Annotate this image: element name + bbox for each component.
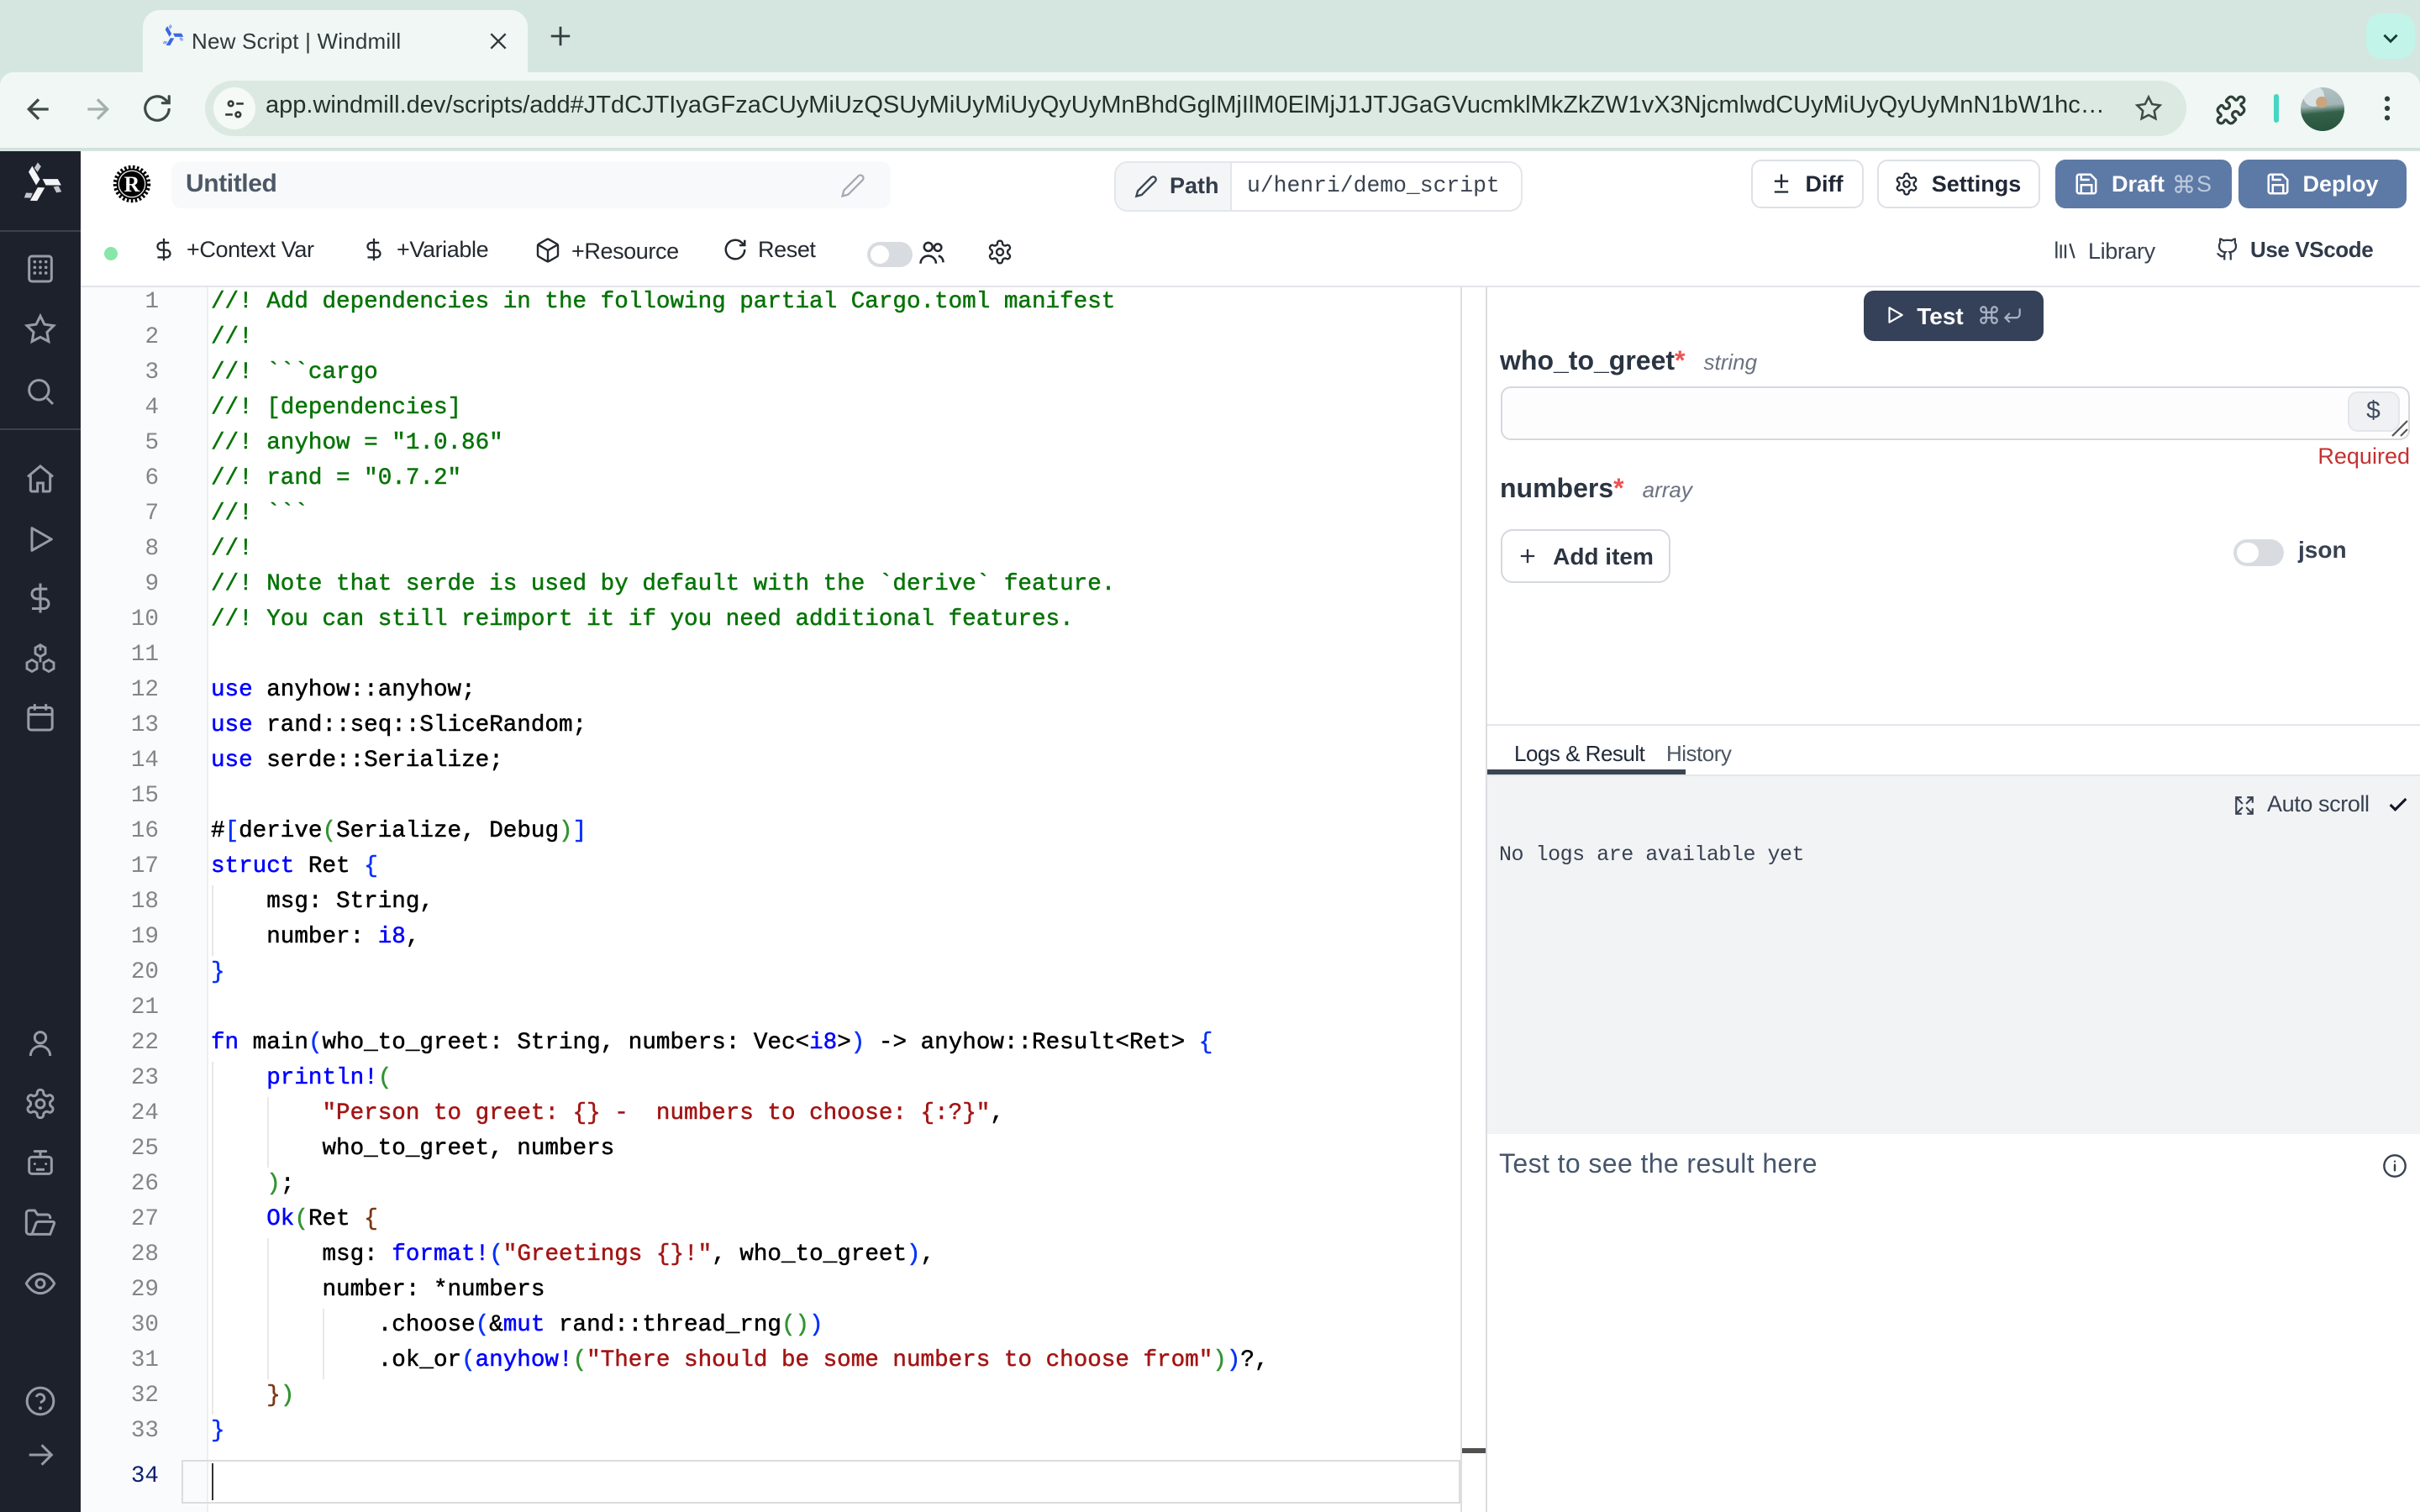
svg-text:R: R xyxy=(124,171,140,196)
